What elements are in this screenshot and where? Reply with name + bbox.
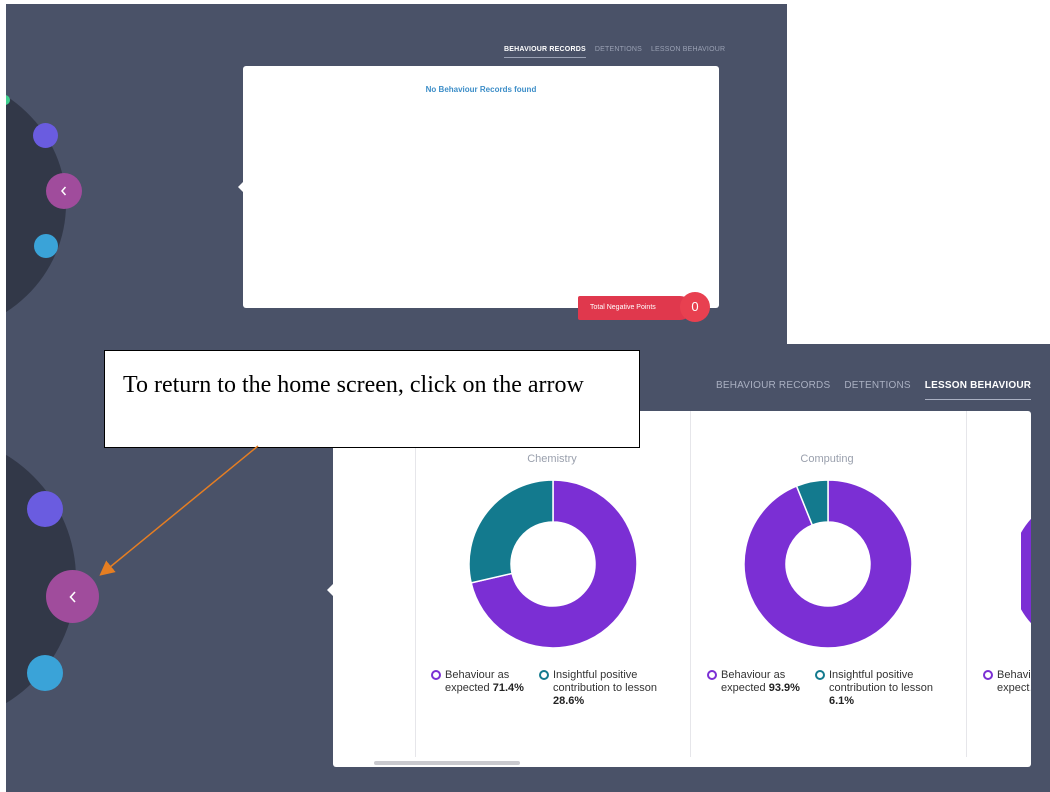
partial-donut-chart-left [333, 486, 363, 656]
legend-partial: Behavi… expect… [983, 669, 1031, 695]
column-divider [415, 411, 416, 757]
legend-marker-purple [431, 670, 441, 680]
column-divider [966, 411, 967, 757]
menu-dot-blue[interactable] [27, 655, 63, 691]
donut-chart-chemistry [468, 479, 638, 649]
total-negative-points-count: 0 [680, 292, 710, 322]
top-screenshot: BEHAVIOUR RECORDS DETENTIONS LESSON BEHA… [6, 4, 787, 344]
legend-insightful-contribution: Insightful positive contribution to less… [539, 669, 683, 708]
legend-insightful-contribution: Insightful positive contribution to less… [815, 669, 959, 708]
partial-donut-chart-right [1021, 518, 1031, 624]
legend-label: Insightful positive contribution to less… [829, 669, 933, 694]
tab-detentions[interactable]: DETENTIONS [844, 380, 910, 400]
bottom-tab-bar: BEHAVIOUR RECORDS DETENTIONS LESSON BEHA… [716, 380, 1032, 400]
panel-notch [238, 182, 243, 192]
tab-detentions[interactable]: DETENTIONS [595, 46, 642, 58]
legend-marker-purple [983, 670, 993, 680]
tab-behaviour-records[interactable]: BEHAVIOUR RECORDS [716, 380, 830, 400]
empty-state-message: No Behaviour Records found [425, 85, 537, 94]
tab-lesson-behaviour[interactable]: LESSON BEHAVIOUR [924, 380, 1032, 400]
chevron-left-icon [68, 590, 76, 603]
chevron-left-icon [61, 186, 67, 196]
column-divider [690, 411, 691, 757]
menu-dot-purple[interactable] [27, 491, 63, 527]
tab-behaviour-records[interactable]: BEHAVIOUR RECORDS [504, 46, 586, 58]
legend-marker-teal [815, 670, 825, 680]
legend-label: Insightful positive contribution to less… [553, 669, 657, 694]
legend-value: 93.9% [768, 682, 800, 694]
back-button[interactable] [46, 173, 82, 209]
menu-dot-purple[interactable] [33, 123, 58, 148]
donut-slice-insightful-contribution[interactable] [468, 479, 554, 584]
legend-value: 6.1% [829, 695, 855, 707]
legend-behaviour-as-expected: Behaviour as expected 93.9% [707, 669, 821, 695]
tab-lesson-behaviour[interactable]: LESSON BEHAVIOUR [651, 46, 725, 58]
subject-title-computing: Computing [800, 453, 854, 465]
menu-dot-blue[interactable] [34, 234, 58, 258]
top-tab-bar: BEHAVIOUR RECORDS DETENTIONS LESSON BEHA… [504, 46, 725, 58]
horizontal-scrollbar[interactable] [374, 761, 520, 765]
instruction-callout: To return to the home screen, click on t… [104, 350, 640, 448]
legend-label: Behavi… expect… [997, 669, 1031, 694]
total-negative-points-label: Total Negative Points [578, 296, 692, 320]
legend-behaviour-as-expected: Behaviour as expected 71.4% [431, 669, 555, 695]
lesson-behaviour-panel: Chemistry Behaviour as expected 71.4% In… [333, 411, 1031, 767]
legend-marker-purple [707, 670, 717, 680]
back-button[interactable] [46, 570, 99, 623]
donut-chart-computing [743, 479, 913, 649]
legend-marker-teal [539, 670, 549, 680]
legend-value: 28.6% [553, 695, 585, 707]
legend-value: 71.4% [492, 682, 524, 694]
behaviour-records-panel: No Behaviour Records found [238, 66, 719, 308]
subject-title-chemistry: Chemistry [527, 453, 577, 465]
